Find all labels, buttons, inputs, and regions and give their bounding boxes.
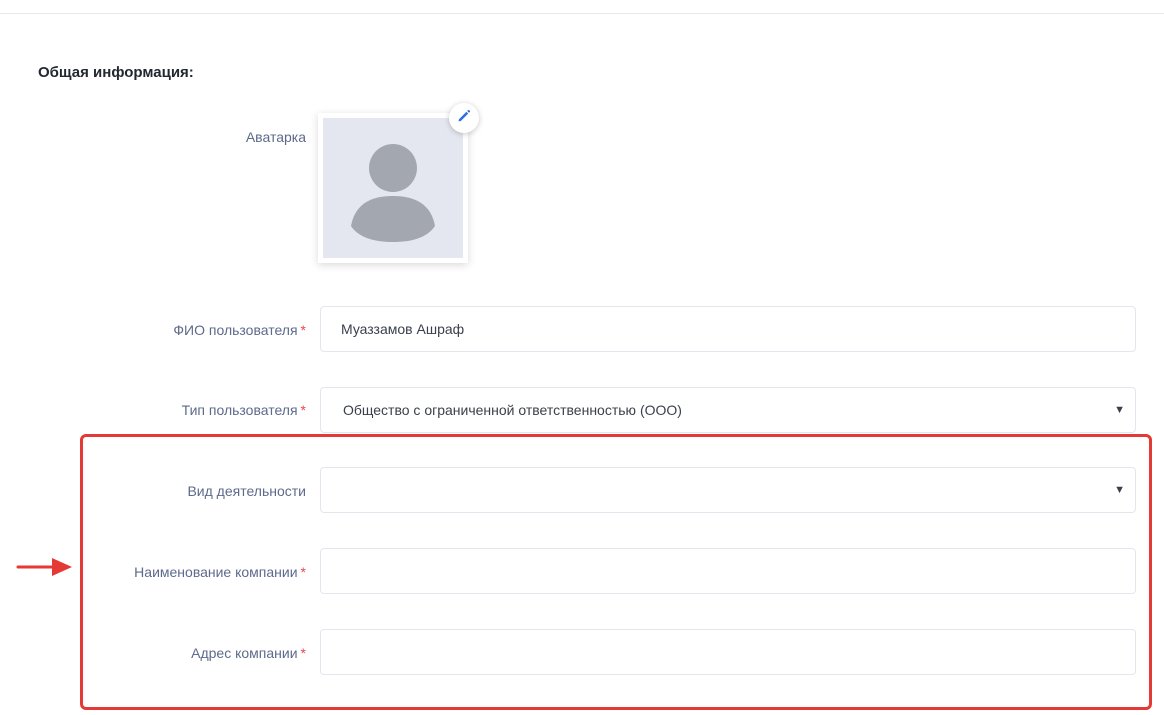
full-name-label: ФИО пользователя *: [173, 322, 306, 338]
section-title: Общая информация:: [38, 64, 194, 81]
highlight-box: [80, 434, 1152, 710]
user-type-label: Тип пользователя *: [182, 402, 306, 418]
profile-form-page: Общая информация: Аватарка ФИО пользоват…: [0, 0, 1164, 715]
avatar-label: Аватарка: [246, 129, 306, 145]
full-name-input[interactable]: [341, 321, 1135, 337]
required-marker: *: [300, 402, 306, 418]
arrow-right-icon: [16, 555, 74, 579]
required-marker: *: [300, 322, 306, 338]
user-type-label-text: Тип пользователя: [181, 402, 298, 418]
caret-down-icon: ▼: [1114, 404, 1125, 416]
top-divider: [0, 13, 1164, 14]
avatar-label-text: Аватарка: [245, 129, 306, 145]
user-type-value: Общество с ограниченной ответственностью…: [343, 402, 682, 418]
user-type-select[interactable]: Общество с ограниченной ответственностью…: [320, 387, 1136, 433]
user-silhouette-icon: [323, 118, 463, 258]
full-name-field[interactable]: [320, 306, 1136, 352]
edit-avatar-button[interactable]: [449, 103, 479, 133]
avatar[interactable]: [318, 113, 468, 263]
full-name-label-text: ФИО пользователя: [173, 322, 298, 338]
pencil-icon: [457, 109, 471, 128]
